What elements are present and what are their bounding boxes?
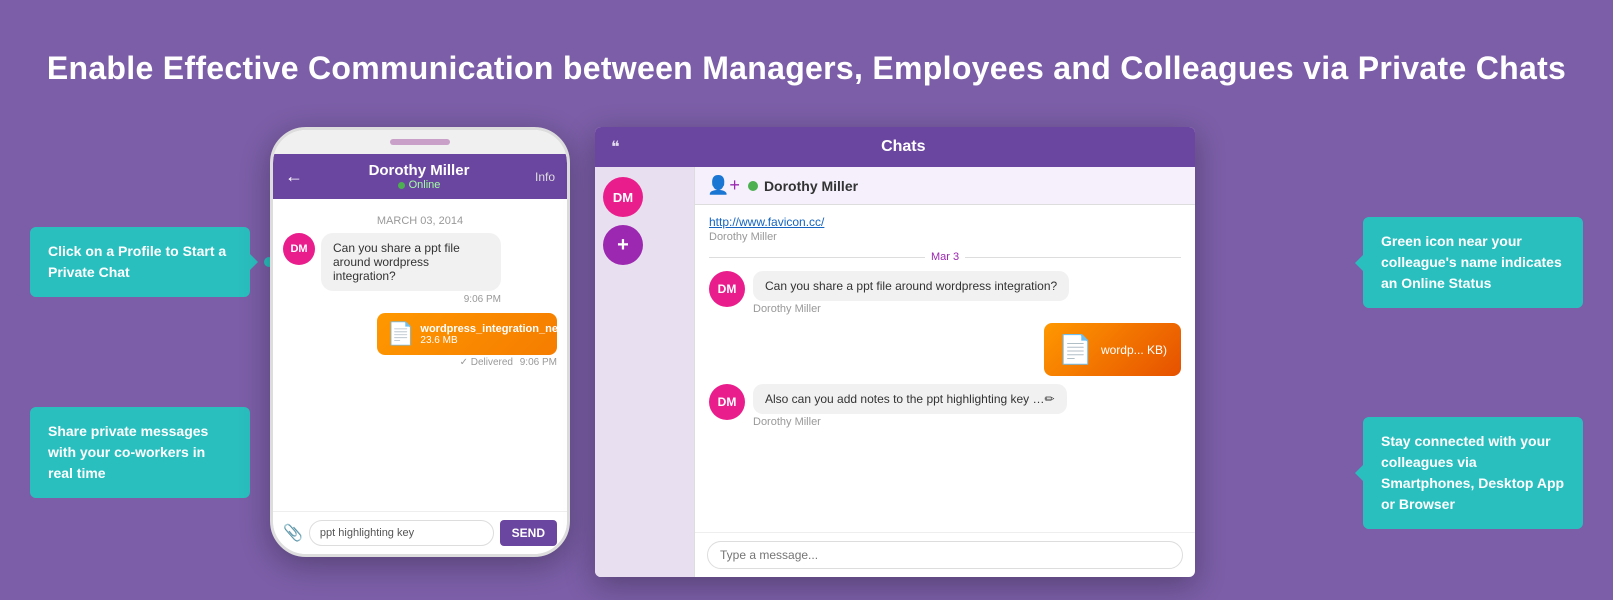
desktop-chat-body: DM + 👤+ Dorothy Miller http://www. xyxy=(595,167,1195,577)
file-attachment-row: 📄 wordpress_integration_new.pptx 23.6 MB… xyxy=(283,313,557,368)
tooltip-click-profile: Click on a Profile to Start a Private Ch… xyxy=(30,227,250,297)
date-separator: Mar 3 xyxy=(709,251,1181,263)
sidebar-add-button[interactable]: + xyxy=(603,225,643,265)
add-contact-icon[interactable]: 👤+ xyxy=(707,175,740,196)
desktop-message-row-2: DM Also can you add notes to the ppt hig… xyxy=(709,384,1181,428)
desktop-avatar-1: DM xyxy=(709,271,745,307)
desktop-text-input[interactable] xyxy=(707,541,1183,569)
desktop-file-row: 📄 wordp... KB) xyxy=(709,323,1181,376)
desktop-file-attachment: 📄 wordp... KB) xyxy=(1044,323,1181,376)
sidebar-avatar-dm[interactable]: DM xyxy=(603,177,643,217)
chat-messages: http://www.favicon.cc/ Dorothy Miller Ma… xyxy=(695,205,1195,532)
desktop-input-row xyxy=(695,532,1195,577)
phone-text-input[interactable]: ppt highlighting key xyxy=(309,520,494,546)
phone-notch xyxy=(273,130,567,154)
file-label: wordp... KB) xyxy=(1101,343,1167,357)
tooltip-stay-connected: Stay connected with your colleagues via … xyxy=(1363,417,1583,529)
message-bubble-1: Can you share a ppt file around wordpres… xyxy=(321,233,501,291)
contact-name-header: Dorothy Miller xyxy=(748,178,858,194)
online-dot xyxy=(398,182,405,189)
content-area: Click on a Profile to Start a Private Ch… xyxy=(0,117,1613,577)
chats-title: Chats xyxy=(628,138,1179,156)
file-icon: 📄 xyxy=(387,321,414,347)
desktop-chat-header: ❝ Chats xyxy=(595,127,1195,167)
link-message[interactable]: http://www.favicon.cc/ xyxy=(709,215,824,229)
desktop-bubble-2: Also can you add notes to the ppt highli… xyxy=(753,384,1067,414)
desktop-message-row-1: DM Can you share a ppt file around wordp… xyxy=(709,271,1181,315)
tooltip-green-icon: Green icon near your colleague's name in… xyxy=(1363,217,1583,308)
chat-contact-bar: 👤+ Dorothy Miller xyxy=(695,167,1195,205)
date-divider: MARCH 03, 2014 xyxy=(283,215,557,227)
phone-avatar: DM xyxy=(283,233,315,265)
ppt-file-icon: 📄 xyxy=(1058,333,1093,366)
phone-chat-header: ← Dorothy Miller Online Info xyxy=(273,154,567,199)
attachment-icon[interactable]: 📎 xyxy=(283,523,303,543)
file-attachment: 📄 wordpress_integration_new.pptx 23.6 MB xyxy=(377,313,557,355)
online-indicator xyxy=(748,181,758,191)
chat-sidebar: DM + xyxy=(595,167,695,577)
desktop-avatar-2: DM xyxy=(709,384,745,420)
chat-bubble-row-1: DM Can you share a ppt file around wordp… xyxy=(283,233,557,305)
back-button[interactable]: ← xyxy=(285,166,303,187)
online-status: Online xyxy=(311,179,527,191)
phone-mockup: ← Dorothy Miller Online Info MARCH 03, 2… xyxy=(270,127,570,557)
phone-chat-body: MARCH 03, 2014 DM Can you share a ppt fi… xyxy=(273,199,567,511)
info-link[interactable]: Info xyxy=(535,170,555,184)
chat-main: 👤+ Dorothy Miller http://www.favicon.cc/… xyxy=(695,167,1195,577)
tooltip-share-messages: Share private messages with your co-work… xyxy=(30,407,250,498)
quote-icon: ❝ xyxy=(611,137,620,157)
previous-message: http://www.favicon.cc/ Dorothy Miller xyxy=(709,215,1181,243)
desktop-bubble-1: Can you share a ppt file around wordpres… xyxy=(753,271,1069,301)
phone-contact-name: Dorothy Miller xyxy=(311,162,527,179)
phone-input-area: 📎 ppt highlighting key SEND xyxy=(273,511,567,554)
desktop-chat-panel: ❝ Chats DM + 👤+ Dorothy Miller xyxy=(595,127,1195,577)
chat-header-info: Dorothy Miller Online xyxy=(311,162,527,191)
page-heading: Enable Effective Communication between M… xyxy=(0,0,1613,117)
send-button[interactable]: SEND xyxy=(500,520,557,546)
